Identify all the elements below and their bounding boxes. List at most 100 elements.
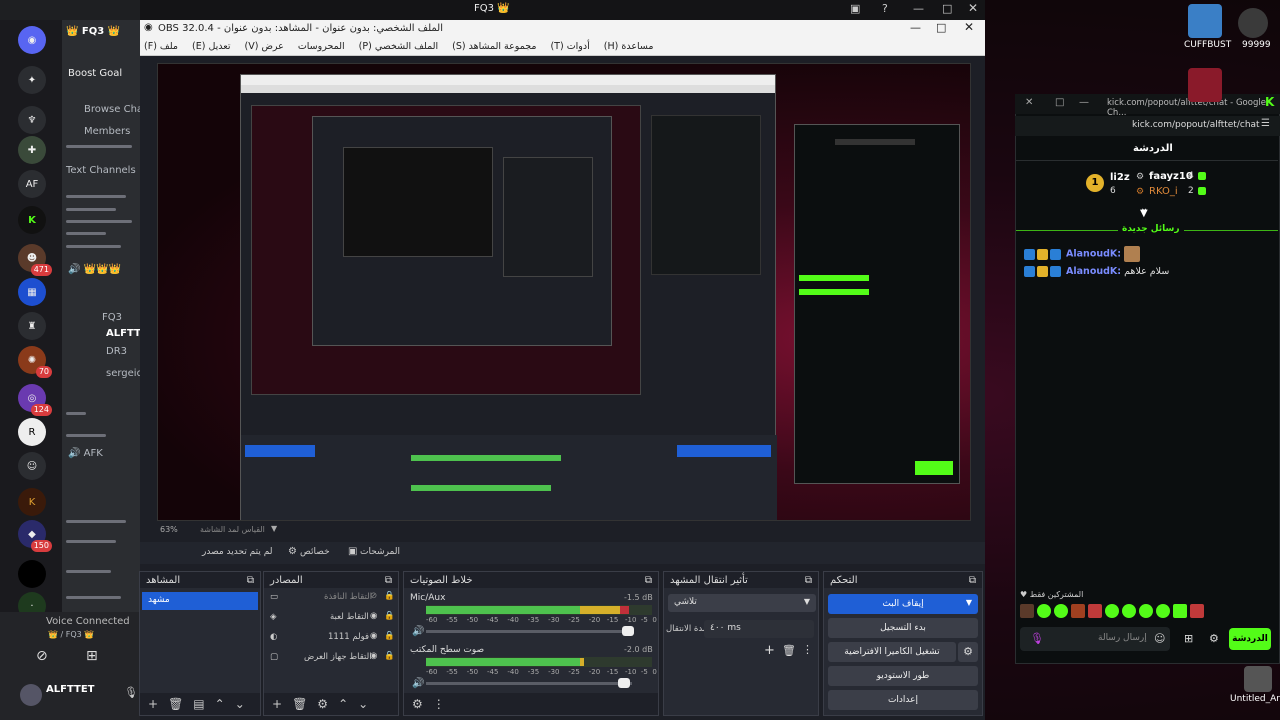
volume-slider[interactable]	[426, 630, 632, 633]
dock-popout-icon[interactable]: ⧉	[645, 575, 652, 586]
filter-icon[interactable]: ▤	[193, 697, 204, 711]
chat-input[interactable]: 🎙 إرسال رسالة ☺	[1020, 627, 1170, 651]
chevron-down-icon[interactable]: ▼	[966, 598, 972, 607]
emote-icon[interactable]	[1122, 604, 1136, 618]
eye-icon[interactable]: ◉	[370, 631, 377, 641]
gear-icon[interactable]: ⚙	[288, 546, 297, 557]
emote-icon[interactable]	[1173, 604, 1187, 618]
maximize-icon[interactable]: □	[942, 2, 952, 15]
server-icon[interactable]: ♜	[18, 312, 46, 340]
send-button[interactable]: الدردشة	[1229, 628, 1271, 650]
trash-icon[interactable]: 🗑	[168, 697, 183, 711]
chat-message[interactable]: AlanoudK:	[1024, 246, 1142, 262]
microphone-icon[interactable]: 🎙	[1030, 632, 1044, 645]
avatar[interactable]	[20, 684, 42, 706]
server-icon[interactable]: ✦	[18, 66, 46, 94]
menu-item[interactable]: عرض (V)	[245, 41, 284, 52]
eye-icon[interactable]: ◉	[370, 611, 377, 621]
lock-icon[interactable]: 🔒	[384, 591, 395, 601]
dock-popout-icon[interactable]: ⧉	[385, 575, 392, 586]
gear-icon[interactable]: ⚙	[958, 642, 978, 662]
menu-item[interactable]: أدوات (T)	[550, 41, 589, 52]
trash-icon[interactable]: 🗑	[292, 697, 307, 711]
gear-icon[interactable]: ⚙	[1209, 632, 1219, 645]
server-label[interactable]: AF	[26, 179, 39, 190]
desktop-app-icon[interactable]	[1238, 8, 1268, 38]
obs-preview[interactable]	[157, 63, 971, 521]
emote-icon[interactable]	[1139, 604, 1153, 618]
server-icon[interactable]: K	[18, 488, 46, 516]
chevron-down-icon[interactable]: ▼	[271, 524, 277, 533]
voice-channel[interactable]: 🔊 👑👑👑	[68, 264, 121, 275]
speaker-icon[interactable]: 🔊	[412, 678, 424, 689]
emote-icon[interactable]	[1190, 604, 1204, 618]
maximize-icon[interactable]: □	[936, 21, 946, 34]
filter-icon[interactable]: ▣	[348, 546, 357, 557]
emote-icon[interactable]	[1088, 604, 1102, 618]
afk-channel[interactable]: 🔊 AFK	[68, 448, 103, 459]
gift-icon[interactable]: ⊞	[1184, 632, 1193, 645]
minimize-icon[interactable]: —	[1079, 97, 1089, 108]
chat-message[interactable]: AlanoudK: سلام علاهم	[1024, 266, 1169, 277]
channel-members[interactable]: Members	[84, 126, 130, 137]
start-recording-button[interactable]: بدء التسجيل	[828, 618, 978, 638]
emote-icon[interactable]	[1037, 604, 1051, 618]
more-options-icon[interactable]: ⋮	[802, 643, 813, 656]
emote-icon[interactable]	[1020, 604, 1034, 618]
text-channels-header[interactable]: Text Channels	[66, 165, 136, 176]
down-icon[interactable]: ⌄	[235, 697, 245, 711]
inbox-icon[interactable]: ▣	[850, 2, 860, 15]
speaker-icon[interactable]: 🔊	[412, 626, 424, 637]
down-icon[interactable]: ⌄	[358, 697, 368, 711]
emote-icon[interactable]	[1105, 604, 1119, 618]
settings-icon[interactable]: ☰	[1261, 118, 1270, 129]
menu-item[interactable]: مجموعة المشاهد (S)	[452, 41, 536, 52]
transition-select[interactable]: تلاشي ▼	[668, 594, 816, 612]
dock-popout-icon[interactable]: ⧉	[247, 575, 254, 586]
server-icon[interactable]: ☻ 471	[18, 244, 52, 276]
close-icon[interactable]: ✕	[1025, 97, 1033, 108]
close-icon[interactable]: ✕	[968, 1, 978, 15]
server-icon[interactable]: ♆	[18, 106, 46, 134]
voice-user[interactable]: DR3	[106, 346, 127, 357]
server-icon[interactable]: ✚	[18, 136, 46, 164]
virtual-camera-button[interactable]: تشغيل الكاميرا الافتراضية	[828, 642, 956, 662]
gear-icon[interactable]: ⚙	[317, 697, 328, 711]
menu-item[interactable]: تعديل (E)	[192, 41, 231, 52]
menu-item[interactable]: مساعدة (H)	[604, 41, 654, 52]
desktop-app-icon[interactable]	[1188, 4, 1222, 38]
volume-slider[interactable]	[426, 682, 632, 685]
emote-icon[interactable]	[1071, 604, 1085, 618]
minimize-icon[interactable]: —	[910, 21, 921, 34]
lock-icon[interactable]: 🔒	[384, 611, 395, 621]
chevron-down-icon[interactable]: ▼	[804, 597, 810, 606]
microphone-icon[interactable]: 🎙	[124, 686, 138, 699]
emote-icon[interactable]	[1156, 604, 1170, 618]
add-icon[interactable]: +	[764, 643, 775, 658]
up-icon[interactable]: ⌃	[215, 697, 225, 711]
zoom-label[interactable]: القياس لمد الشاشة	[200, 525, 265, 534]
dock-popout-icon[interactable]: ⧉	[805, 575, 812, 586]
arrow-down-icon[interactable]: ▼	[1140, 208, 1148, 219]
server-icon[interactable]: ◆ 150	[18, 520, 52, 552]
source-item[interactable]: التقاط جهاز العرض	[304, 652, 372, 662]
volume-slider-handle[interactable]	[622, 626, 634, 636]
server-icon[interactable]: ✺ 70	[18, 346, 52, 378]
duration-input[interactable]: ٤٠٠ ms	[704, 620, 814, 638]
kick-address-bar[interactable]: kick.com/popout/alfttet/chat ☰	[1015, 116, 1280, 136]
help-icon[interactable]: ?	[882, 2, 888, 15]
scene-item[interactable]: مشهد	[142, 592, 258, 610]
add-icon[interactable]: +	[148, 697, 158, 711]
voice-user[interactable]: FQ3	[102, 312, 122, 323]
emoji-icon[interactable]: ☺	[1154, 632, 1165, 645]
eye-icon[interactable]: ◉	[370, 651, 377, 661]
server-icon[interactable]: ◎ 124	[18, 384, 52, 416]
maximize-icon[interactable]: □	[1055, 97, 1064, 108]
server-icon[interactable]: R	[18, 418, 46, 446]
boost-goal[interactable]: Boost Goal	[68, 68, 122, 79]
trash-icon[interactable]: 🗑	[782, 644, 796, 657]
menu-item[interactable]: المحروسات	[298, 41, 345, 52]
advanced-audio-icon[interactable]: ⚙	[412, 697, 423, 711]
close-icon[interactable]: ✕	[964, 20, 974, 34]
source-item[interactable]: التقاط لعبة	[330, 612, 369, 622]
